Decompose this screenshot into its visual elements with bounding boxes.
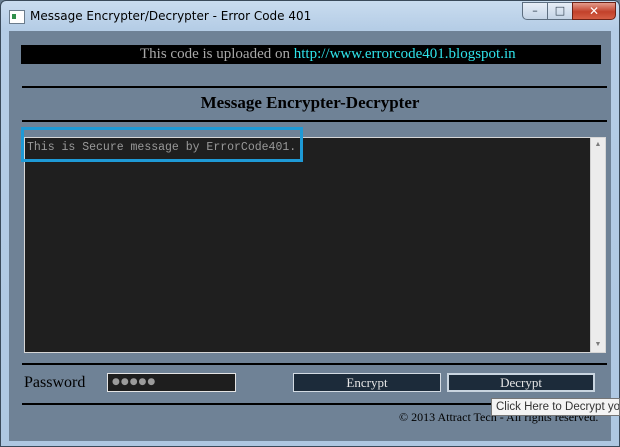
- minimize-icon: –: [532, 4, 538, 17]
- message-highlight-box: [21, 127, 303, 162]
- scroll-up-icon[interactable]: ▲: [591, 138, 605, 152]
- password-label: Password: [24, 374, 86, 391]
- password-input[interactable]: ●●●●●: [107, 373, 236, 392]
- title-bar[interactable]: Message Encrypter/Decrypter - Error Code…: [1, 1, 619, 31]
- banner-caption: This code is uploaded on: [140, 46, 294, 62]
- message-textarea[interactable]: This is Secure message by ErrorCode401. …: [24, 137, 606, 353]
- blog-link[interactable]: http://www.errorcode401.blogspot.in: [294, 46, 516, 62]
- app-window: Message Encrypter/Decrypter - Error Code…: [0, 0, 620, 447]
- decrypt-tooltip: Click Here to Decrypt your: [491, 398, 620, 416]
- maximize-icon: □: [554, 4, 566, 17]
- close-icon: ✕: [588, 4, 600, 18]
- maximize-button[interactable]: □: [547, 2, 573, 20]
- decrypt-button[interactable]: Decrypt: [447, 373, 595, 392]
- window-title: Message Encrypter/Decrypter - Error Code…: [30, 9, 312, 23]
- minimize-button[interactable]: –: [522, 2, 548, 20]
- divider: [22, 120, 607, 122]
- upload-banner: This code is uploaded on http://www.erro…: [21, 45, 601, 64]
- encrypt-button[interactable]: Encrypt: [293, 373, 441, 392]
- close-button[interactable]: ✕: [572, 2, 616, 20]
- banner-text: This code is uploaded on http://www.erro…: [140, 45, 516, 64]
- client-area: This code is uploaded on http://www.erro…: [9, 31, 611, 441]
- scroll-down-icon[interactable]: ▼: [591, 338, 605, 352]
- divider: [22, 363, 607, 365]
- vertical-scrollbar[interactable]: ▲ ▼: [590, 138, 605, 352]
- divider: [22, 86, 607, 88]
- app-window-icon: [9, 10, 25, 24]
- page-title: Message Encrypter-Decrypter: [200, 93, 420, 112]
